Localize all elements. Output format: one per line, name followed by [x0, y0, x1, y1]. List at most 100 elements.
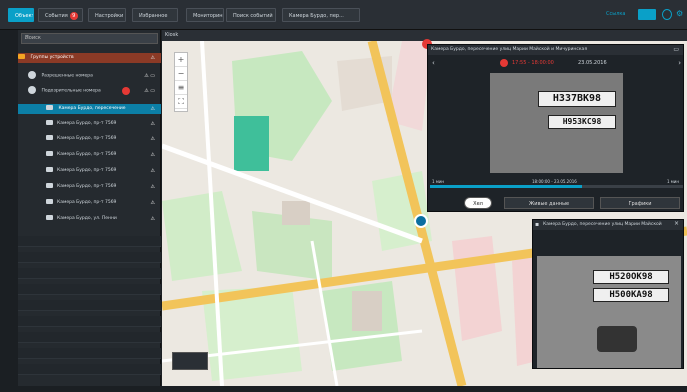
- tab-event-search[interactable]: Поиск событий: [226, 8, 276, 22]
- refresh-icon[interactable]: [662, 9, 672, 20]
- link-label[interactable]: Ссылка: [606, 11, 625, 17]
- camera-icon: [46, 183, 53, 188]
- camera-icon: [46, 167, 53, 172]
- empty-row: [18, 236, 161, 247]
- empty-row: [18, 348, 161, 359]
- zoom-controls: + − ≡ ⛶: [174, 52, 188, 112]
- next-icon[interactable]: ›: [678, 58, 681, 68]
- plate-2: Н500КА98: [593, 288, 669, 302]
- sidebar-item-camera[interactable]: Камера Бурдо, пр-т 7569 ⚠: [18, 134, 161, 144]
- minimap[interactable]: [172, 352, 208, 370]
- sidebar-item-label: Камера Бурдо, пересечение: [58, 106, 126, 111]
- tab-monitoring[interactable]: Мониторинг: [186, 8, 224, 22]
- timeline[interactable]: [430, 185, 683, 188]
- sidebar-item-suspicious[interactable]: Подозрительные номера ⚠ ▭: [18, 86, 161, 96]
- empty-row: [18, 252, 161, 263]
- camera-snapshot[interactable]: Н520ОК98 Н500КА98: [537, 256, 681, 368]
- tab-camera[interactable]: Камера Бурдо, пер...: [282, 8, 360, 22]
- window-icon[interactable]: ▭: [673, 46, 679, 53]
- alert-badge: [122, 87, 130, 95]
- settings-icon[interactable]: ⚙: [676, 9, 684, 20]
- camera-icon: ▪: [535, 221, 540, 228]
- timeline-center: 18:00:00 - 23.05.2016: [532, 179, 577, 184]
- plate-2: Н953КС98: [548, 115, 616, 129]
- camera-icon: [46, 135, 53, 140]
- sidebar-item-camera[interactable]: Камера Бурдо, пр-т 7569 ⚠: [18, 119, 161, 129]
- close-icon[interactable]: ×: [674, 220, 679, 227]
- warning-icon: ⚠: [150, 200, 155, 206]
- warning-icon: ⚠: [150, 168, 155, 174]
- warning-icon: ⚠: [150, 55, 155, 61]
- panel-nav: ‹ 17:55 - 18:00:00 23.05.2016 ›: [428, 58, 685, 68]
- camera-icon: [46, 199, 53, 204]
- tab-settings[interactable]: Настройки: [88, 8, 126, 22]
- sidebar-item-label: Разрешенные номера: [41, 73, 93, 79]
- sidebar-item-label: Камера Бурдо, пр-т 7569: [57, 152, 117, 157]
- zoom-in-icon[interactable]: +: [175, 53, 187, 67]
- search-input[interactable]: Поиск ⌕: [21, 33, 158, 44]
- layers-icon[interactable]: ≡: [175, 81, 187, 95]
- sidebar-item-label: Камера Бурдо, пр-т 7569: [57, 168, 117, 173]
- camera-popup-main: Камера Бурдо, пересечение улиц Марии Май…: [427, 44, 684, 212]
- chat-button[interactable]: Хел: [464, 197, 492, 209]
- panel-title: Камера Бурдо, пересечение улиц Марии Май…: [428, 45, 683, 55]
- warning-icon: ⚠: [150, 216, 155, 222]
- top-toolbar: Объекты События9 Настройки Избранное Мон…: [0, 0, 687, 30]
- group-icon: [28, 86, 36, 94]
- empty-row: [18, 300, 161, 311]
- sidebar-item-label: Камера Бурдо, пр-т 7569: [57, 200, 117, 205]
- camera-icon: [46, 105, 53, 110]
- sidebar-item-camera[interactable]: Камера Бурдо, пр-т 7569 ⚠: [18, 150, 161, 160]
- sidebar-item-camera[interactable]: Камера Бурдо, пр-т 7569 ⚠: [18, 166, 161, 176]
- event-time: 17:55 - 18:00:00: [512, 60, 554, 66]
- sidebar-item-camera-selected[interactable]: Камера Бурдо, пересечение ⚠: [18, 104, 161, 114]
- camera-icon: [46, 120, 53, 125]
- tab-objects[interactable]: Объекты: [8, 8, 34, 22]
- sidebar-item-camera[interactable]: Камера Бурдо, пр-т 7569 ⚠: [18, 182, 161, 192]
- search-icon[interactable]: ⌕: [25, 34, 154, 42]
- warning-icon: ⚠: [150, 136, 155, 142]
- tab-events-label: События: [45, 13, 68, 19]
- warning-icon: ⚠: [150, 121, 155, 127]
- tab-events[interactable]: События 9: [38, 8, 83, 22]
- group-header[interactable]: Группы устройств ⚠: [18, 53, 161, 63]
- fullscreen-icon[interactable]: ⛶: [175, 95, 187, 109]
- empty-row: [18, 268, 161, 279]
- warning-icon: ⚠: [150, 106, 155, 112]
- sidebar-item-label: Подозрительные номера: [41, 88, 101, 94]
- plate-1: Н520ОК98: [593, 270, 669, 284]
- empty-row: [18, 284, 161, 295]
- event-date: 23.05.2016: [578, 60, 607, 66]
- timeline-progress: [430, 185, 582, 188]
- live-data-button[interactable]: Живые данные: [504, 197, 594, 209]
- group-header-label: Группы устройств: [30, 55, 74, 60]
- tab-favorites[interactable]: Избранное: [132, 8, 178, 22]
- prev-icon[interactable]: ‹: [432, 58, 435, 68]
- sidebar-item-camera[interactable]: Камера Бурдо, ул. Пенни ⚠: [18, 214, 161, 224]
- empty-row: [18, 316, 161, 327]
- device-sidebar: Поиск ⌕ Группы устройств ⚠ Разрешенные н…: [18, 30, 161, 386]
- sidebar-item-camera[interactable]: Камера Бурдо, пр-т 7569 ⚠: [18, 198, 161, 208]
- panel-title: Камера Бурдо, пересечение улиц Марии Май…: [533, 220, 683, 230]
- zoom-out-icon[interactable]: −: [175, 67, 187, 81]
- car: [597, 326, 637, 352]
- warning-icon: ⚠ ▭: [144, 88, 155, 94]
- folder-icon: [18, 54, 25, 59]
- empty-row: [18, 364, 161, 375]
- sidebar-item-allowed[interactable]: Разрешенные номера ⚠ ▭: [18, 71, 161, 81]
- empty-row: [18, 332, 161, 343]
- sidebar-item-label: Камера Бурдо, ул. Пенни: [57, 216, 117, 221]
- group-icon: [28, 71, 36, 79]
- camera-icon: [46, 151, 53, 156]
- camera-popup-secondary: Камера Бурдо, пересечение улиц Марии Май…: [532, 219, 684, 369]
- camera-marker[interactable]: [414, 214, 428, 228]
- sidebar-item-label: Камера Бурдо, пр-т 7569: [57, 136, 117, 141]
- camera-snapshot[interactable]: Н337ВК98 Н953КС98: [490, 73, 623, 173]
- camera-icon: [46, 215, 53, 220]
- events-badge: 9: [69, 11, 78, 20]
- sidebar-item-label: Камера Бурдо, пр-т 7569: [57, 184, 117, 189]
- warning-icon: ⚠: [150, 184, 155, 190]
- live-toggle[interactable]: [638, 9, 656, 20]
- charts-button[interactable]: Графики: [600, 197, 680, 209]
- sidebar-item-label: Камера Бурдо, пр-т 7569: [57, 121, 117, 126]
